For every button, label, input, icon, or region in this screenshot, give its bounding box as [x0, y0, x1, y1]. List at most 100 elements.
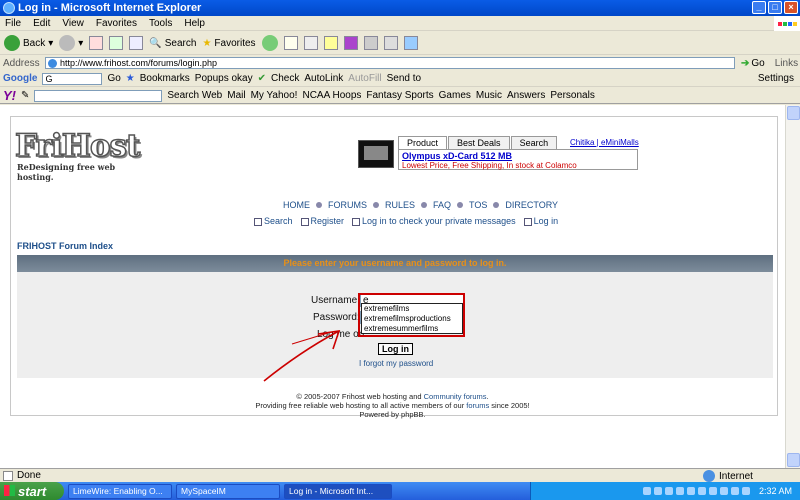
search-web-button[interactable]: Search Web: [167, 90, 222, 101]
forgot-password-link[interactable]: I forgot my password: [359, 359, 433, 368]
popups-button[interactable]: Popups okay: [195, 73, 253, 84]
yahoo-logo[interactable]: Y!: [3, 88, 16, 103]
task-limewire[interactable]: LimeWire: Enabling O...: [68, 483, 172, 499]
start-button[interactable]: start: [0, 482, 64, 500]
menu-view[interactable]: View: [62, 18, 84, 29]
title-bar: Log in - Microsoft Internet Explorer _ □…: [0, 0, 800, 16]
back-button[interactable]: Back ▾: [4, 35, 53, 51]
tray-icon[interactable]: [719, 487, 728, 495]
tray-icon[interactable]: [741, 487, 750, 495]
google-toolbar: Google G Go ★ Bookmarks Popups okay ✔ Ch…: [0, 71, 800, 87]
home-icon[interactable]: [129, 36, 144, 50]
menu-favorites[interactable]: Favorites: [96, 18, 137, 29]
community-forums-link[interactable]: Community forums: [424, 392, 487, 401]
personals-button[interactable]: Personals: [550, 90, 594, 101]
bullet-icon: [373, 202, 379, 208]
ad-tab-best-deals[interactable]: Best Deals: [448, 136, 510, 149]
ad-title-link[interactable]: Olympus xD-Card 512 MB: [402, 151, 634, 161]
yahoo-mail-button[interactable]: Mail: [227, 90, 245, 101]
taskbar: start LimeWire: Enabling O... MySpaceIM …: [0, 482, 800, 500]
nav-home[interactable]: HOME: [283, 200, 310, 210]
bookmarks-menu[interactable]: Bookmarks: [140, 73, 190, 84]
history-icon[interactable]: [261, 35, 278, 51]
sub-nav: Search Register Log in to check your pri…: [254, 216, 558, 226]
minimize-button[interactable]: _: [752, 1, 766, 14]
tray-icon[interactable]: [642, 487, 651, 495]
subnav-register[interactable]: Register: [300, 216, 344, 226]
stop-icon[interactable]: [89, 36, 104, 50]
subnav-login[interactable]: Log in: [523, 216, 558, 226]
answers-button[interactable]: Answers: [507, 90, 545, 101]
print-icon[interactable]: [303, 36, 318, 50]
address-input[interactable]: http://www.frihost.com/forums/login.php: [45, 57, 735, 69]
nav-tos[interactable]: TOS: [469, 200, 487, 210]
autolink-button[interactable]: AutoLink: [304, 73, 343, 84]
close-button[interactable]: ×: [784, 1, 798, 14]
vertical-scrollbar[interactable]: [785, 105, 800, 468]
tray-icon[interactable]: [697, 487, 706, 495]
chitika-link[interactable]: Chitika | eMiniMalls: [570, 138, 639, 147]
nav-directory[interactable]: DIRECTORY: [505, 200, 558, 210]
settings-button[interactable]: Settings: [758, 73, 800, 84]
go-button[interactable]: ➔ Go: [741, 58, 765, 69]
status-text: Done: [17, 470, 41, 481]
messenger-icon[interactable]: [403, 36, 418, 50]
yahoo-toolbar: Y! ✎ Search Web Mail My Yahoo! NCAA Hoop…: [0, 88, 800, 104]
highlight-box: [358, 293, 465, 337]
menu-tools[interactable]: Tools: [149, 18, 172, 29]
subnav-private-messages[interactable]: Log in to check your private messages: [352, 216, 516, 226]
tray-icon[interactable]: [708, 487, 717, 495]
music-button[interactable]: Music: [476, 90, 502, 101]
tray-icon[interactable]: [730, 487, 739, 495]
refresh-icon[interactable]: [109, 36, 124, 50]
check-button[interactable]: Check: [271, 73, 299, 84]
bullet-icon: [316, 202, 322, 208]
go-arrow-icon: ➔: [741, 57, 750, 69]
search-button[interactable]: 🔍 Search: [149, 38, 196, 49]
google-logo: Google: [3, 73, 38, 84]
sendto-button[interactable]: Send to: [387, 73, 421, 84]
nav-rules[interactable]: RULES: [385, 200, 415, 210]
discuss-icon[interactable]: [383, 36, 398, 50]
menu-edit[interactable]: Edit: [33, 18, 50, 29]
nav-forums[interactable]: FORUMS: [328, 200, 367, 210]
google-search-input[interactable]: G: [42, 72, 103, 85]
nav-faq[interactable]: FAQ: [433, 200, 451, 210]
ad-tab-search[interactable]: Search: [510, 136, 558, 149]
yahoo-search-input[interactable]: [34, 89, 163, 102]
subnav-search[interactable]: Search: [254, 216, 293, 226]
favorites-button[interactable]: ★ Favorites: [202, 38, 255, 49]
autofill-button[interactable]: AutoFill: [348, 73, 381, 84]
maximize-button[interactable]: □: [768, 1, 782, 14]
menu-help[interactable]: Help: [184, 18, 205, 29]
my-yahoo-button[interactable]: My Yahoo!: [251, 90, 298, 101]
frihost-logo[interactable]: FriHost ReDesigning free web hosting.: [14, 127, 141, 183]
pencil-icon[interactable]: ✎: [21, 90, 29, 101]
tray-icon[interactable]: [675, 487, 684, 495]
menu-file[interactable]: File: [5, 18, 21, 29]
research-icon[interactable]: [363, 36, 378, 50]
edit-icon[interactable]: [323, 36, 338, 50]
ncaa-hoops-button[interactable]: NCAA Hoops: [302, 90, 361, 101]
login-button[interactable]: Log in: [378, 343, 413, 355]
address-label: Address: [3, 57, 40, 69]
games-button[interactable]: Games: [439, 90, 471, 101]
task-myspaceim[interactable]: MySpaceIM: [176, 483, 280, 499]
ad-tab-product[interactable]: Product: [398, 136, 448, 149]
fantasy-sports-button[interactable]: Fantasy Sports: [366, 90, 433, 101]
scroll-up-button[interactable]: [787, 106, 800, 120]
task-internet-explorer[interactable]: Log in - Microsoft Int...: [284, 483, 392, 499]
scroll-down-button[interactable]: [787, 453, 800, 467]
yahoo-icon[interactable]: [343, 36, 358, 50]
login-banner: Please enter your username and password …: [17, 255, 773, 272]
forward-button[interactable]: ▾: [59, 35, 83, 51]
tray-icon[interactable]: [686, 487, 695, 495]
forums-link[interactable]: forums: [466, 401, 489, 410]
links-menu[interactable]: Links: [775, 58, 798, 69]
google-go-button[interactable]: Go: [107, 73, 120, 84]
chitika-ad[interactable]: Product Best Deals Search Chitika | eMin…: [358, 136, 640, 170]
tray-icon[interactable]: [664, 487, 673, 495]
forum-index-link[interactable]: FRIHOST Forum Index: [17, 241, 113, 251]
tray-icon[interactable]: [653, 487, 662, 495]
mail-icon[interactable]: [283, 36, 298, 50]
